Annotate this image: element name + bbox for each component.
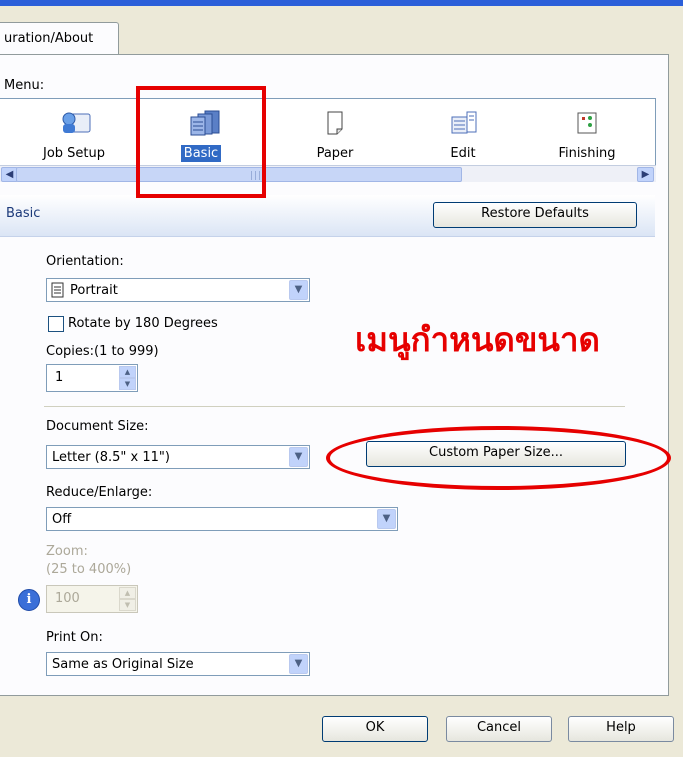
info-icon: i <box>18 589 40 611</box>
orientation-value: Portrait <box>70 283 118 298</box>
section-title: Basic <box>6 206 41 221</box>
menu-item-paper[interactable]: Paper <box>285 109 385 162</box>
cancel-button[interactable]: Cancel <box>446 716 552 742</box>
menu-item-edit[interactable]: Edit <box>413 109 513 162</box>
ok-button[interactable]: OK <box>322 716 428 742</box>
zoom-label: Zoom: <box>46 544 88 559</box>
menu-item-label: Paper <box>316 146 354 161</box>
tab-configuration-about[interactable]: uration/About <box>0 22 119 54</box>
tab-label: uration/About <box>4 31 94 46</box>
document-size-label: Document Size: <box>46 419 149 434</box>
spin-down-icon: ▼ <box>119 599 136 611</box>
spin-down-icon[interactable]: ▼ <box>119 378 136 390</box>
menu-item-label: Job Setup <box>42 146 105 161</box>
chevron-down-icon[interactable]: ▼ <box>289 447 308 467</box>
orientation-select[interactable]: Portrait ▼ <box>46 278 310 302</box>
restore-defaults-button[interactable]: Restore Defaults <box>433 202 637 228</box>
menu-item-label: Edit <box>450 146 476 161</box>
help-button[interactable]: Help <box>568 716 674 742</box>
document-size-value: Letter (8.5" x 11") <box>52 450 170 465</box>
menu-item-job-setup[interactable]: Job Setup <box>24 109 124 162</box>
portrait-icon <box>51 282 65 302</box>
print-on-select[interactable]: Same as Original Size ▼ <box>46 652 310 676</box>
print-on-value: Same as Original Size <box>52 657 194 672</box>
menu-scrollbar[interactable]: ◀ ||| ▶ <box>0 165 656 182</box>
rotate-label: Rotate by 180 Degrees <box>68 316 218 331</box>
chevron-down-icon[interactable]: ▼ <box>377 509 396 529</box>
reduce-enlarge-select[interactable]: Off ▼ <box>46 507 398 531</box>
menu-item-finishing[interactable]: Finishing <box>537 109 637 162</box>
job-setup-icon <box>60 109 91 137</box>
section-divider <box>44 406 625 407</box>
paper-icon <box>321 109 349 137</box>
print-on-label: Print On: <box>46 630 103 645</box>
zoom-range-label: (25 to 400%) <box>46 562 132 577</box>
spin-up-icon: ▲ <box>119 587 136 599</box>
rotate-checkbox[interactable] <box>48 316 64 332</box>
reduce-enlarge-value: Off <box>52 512 72 527</box>
orientation-label: Orientation: <box>46 254 124 269</box>
document-size-select[interactable]: Letter (8.5" x 11") ▼ <box>46 445 310 469</box>
scroll-right-icon[interactable]: ▶ <box>637 167 654 182</box>
menu-label: Menu: <box>4 78 45 93</box>
spin-up-icon[interactable]: ▲ <box>119 366 136 378</box>
highlight-ellipse <box>326 426 671 490</box>
chevron-down-icon[interactable]: ▼ <box>289 280 308 300</box>
edit-icon <box>449 109 477 137</box>
copies-value: 1 <box>55 370 64 385</box>
annotation-text: เมนูกำหนดขนาด <box>355 320 600 359</box>
menu-item-label: Finishing <box>558 146 616 161</box>
zoom-stepper: 100 ▲ ▼ <box>46 585 138 613</box>
highlight-rectangle <box>136 86 266 198</box>
zoom-value: 100 <box>55 591 80 606</box>
copies-stepper[interactable]: 1 ▲ ▼ <box>46 364 138 392</box>
chevron-down-icon[interactable]: ▼ <box>289 654 308 674</box>
copies-label: Copies:(1 to 999) <box>46 344 159 359</box>
reduce-enlarge-label: Reduce/Enlarge: <box>46 485 153 500</box>
finishing-icon <box>573 109 601 137</box>
